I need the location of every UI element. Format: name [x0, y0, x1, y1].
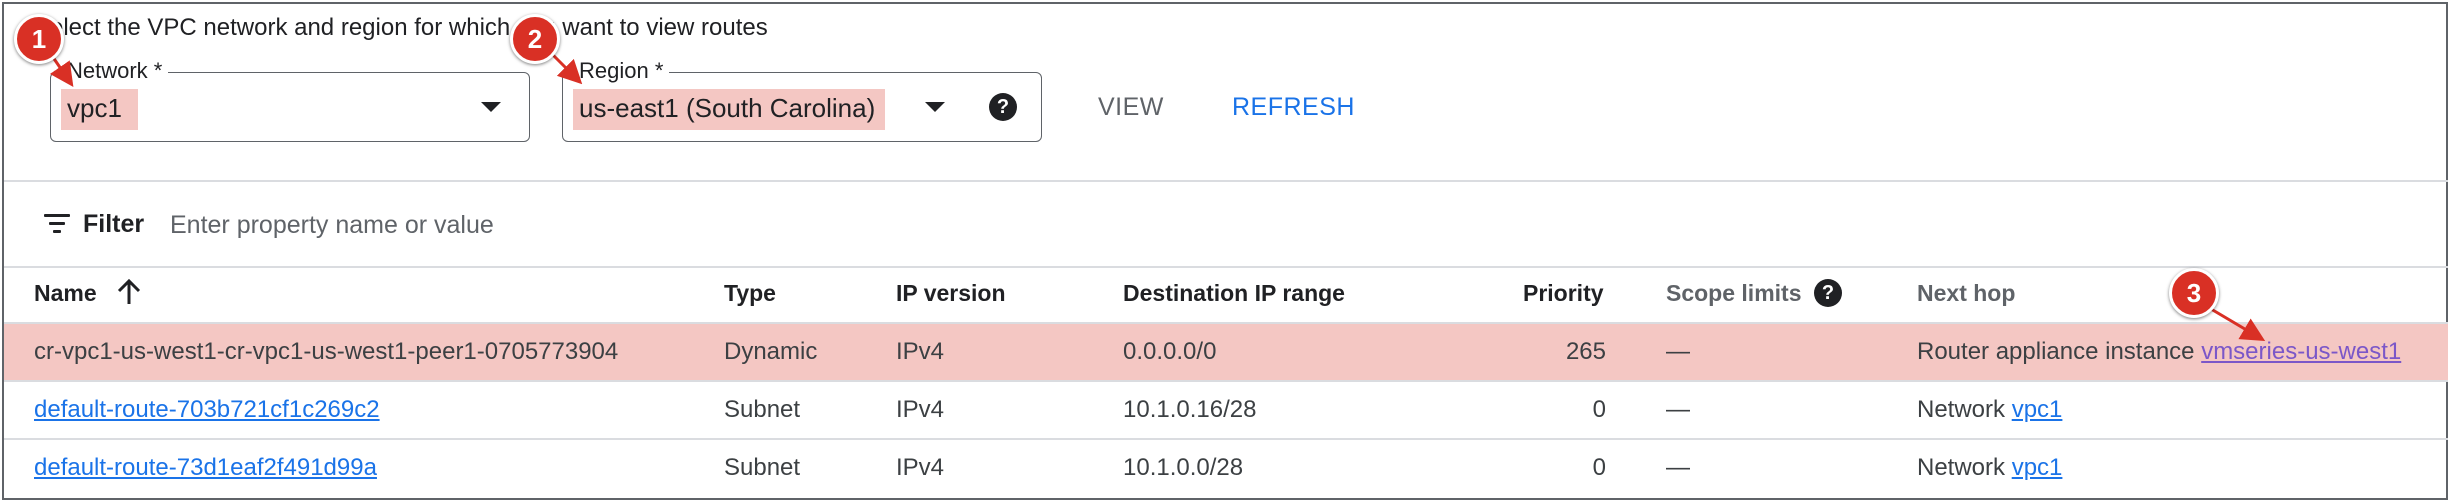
- callout-badge: 3: [2169, 268, 2219, 318]
- callout-badge: 1: [14, 14, 64, 64]
- callout-arrow: [2205, 304, 2266, 342]
- annotation-arrows: [46, 48, 2266, 342]
- callout-badge: 2: [510, 14, 560, 64]
